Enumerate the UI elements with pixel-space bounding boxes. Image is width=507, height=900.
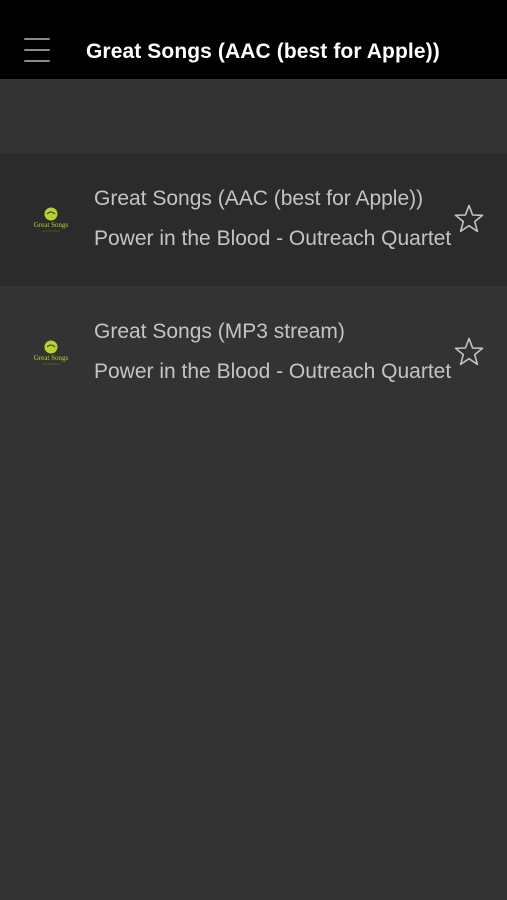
page-title: Great Songs (AAC (best for Apple)) (86, 40, 440, 63)
station-title: Great Songs (AAC (best for Apple)) (94, 187, 424, 210)
star-outline-icon[interactable] (453, 203, 485, 235)
station-now-playing: Power in the Blood - Outreach Quartet (94, 360, 452, 383)
top-bar: Great Songs (AAC (best for Apple)) (0, 0, 507, 79)
station-list: Great Songs Great Songs (AAC (best for A… (0, 153, 507, 419)
station-logo: Great Songs (30, 203, 72, 237)
station-logo-text: Great Songs (34, 221, 69, 229)
station-row-mp3[interactable]: Great Songs Great Songs (MP3 stream) Pow… (0, 286, 507, 419)
station-logo-text: Great Songs (34, 354, 69, 362)
station-logo: Great Songs (30, 336, 72, 370)
station-title: Great Songs (MP3 stream) (94, 320, 345, 343)
station-now-playing: Power in the Blood - Outreach Quartet (94, 227, 452, 250)
star-outline-icon[interactable] (453, 336, 485, 368)
station-row-aac[interactable]: Great Songs Great Songs (AAC (best for A… (0, 153, 507, 286)
hamburger-menu-icon[interactable] (24, 38, 50, 64)
